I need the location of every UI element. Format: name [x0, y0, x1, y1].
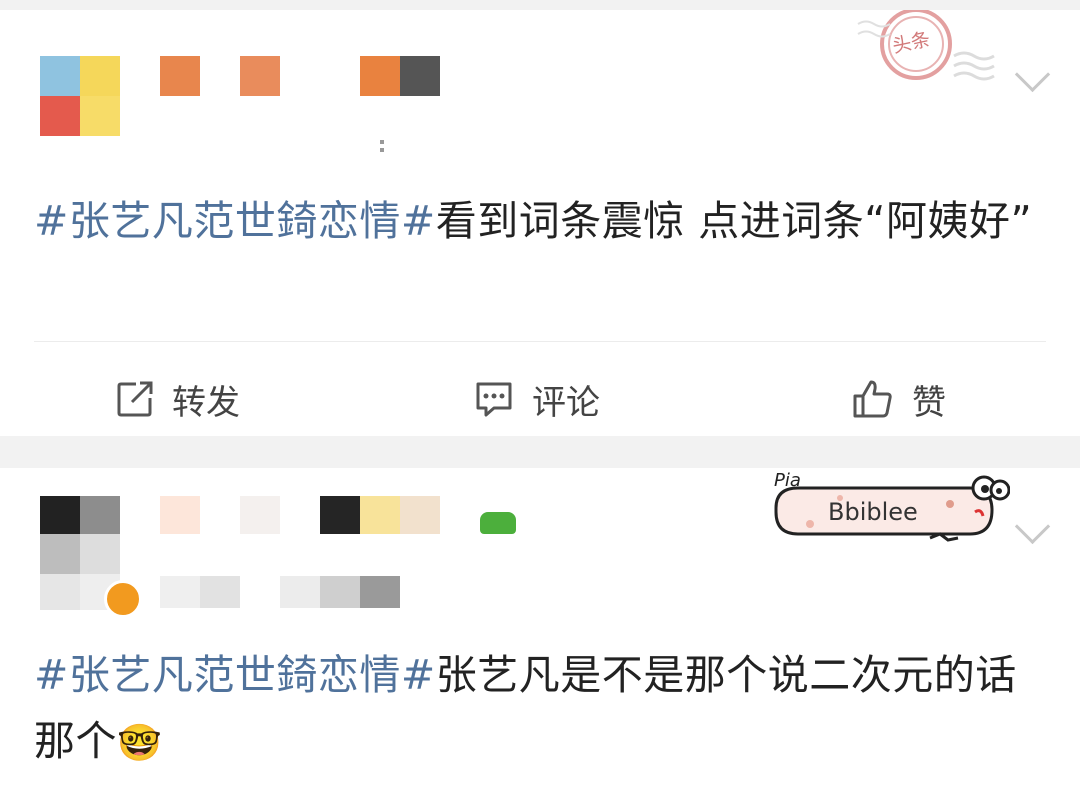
meta-mosaic: [160, 576, 400, 608]
chevron-down-icon[interactable]: [1014, 56, 1051, 93]
like-button[interactable]: 赞: [852, 370, 946, 428]
username-mosaic[interactable]: [160, 496, 520, 536]
divider: [34, 341, 1046, 342]
username-mosaic[interactable]: [160, 56, 440, 96]
nerd-face-emoji: 🤓: [117, 723, 163, 764]
comment-label: 评论: [532, 382, 600, 423]
repost-label: 转发: [172, 382, 240, 423]
repost-button[interactable]: 转发: [116, 370, 240, 428]
chevron-down-icon[interactable]: [1014, 508, 1051, 545]
hashtag-link[interactable]: #张艺凡范世錡恋情#: [34, 651, 436, 699]
post-body: 看到词条震惊 点进词条“阿姨好”: [435, 197, 1033, 245]
post-card-1: 头条 #张艺凡范世錡恋情#看到词条震惊 点进词条“阿姨好” 转发 评论 赞: [0, 10, 1080, 436]
post-text: #张艺凡范世錡恋情#张艺凡是不是那个说二次元的话那个🤓: [34, 642, 1034, 777]
decoration-badge[interactable]: Pia Bbiblee: [770, 468, 1010, 552]
hashtag-link[interactable]: #张艺凡范世錡恋情#: [34, 197, 436, 245]
avatar[interactable]: [40, 56, 120, 136]
verified-badge-icon: [104, 580, 142, 618]
comment-button[interactable]: 评论: [474, 370, 600, 428]
headline-stamp-icon: [857, 10, 995, 81]
thumbs-up-icon: [853, 380, 892, 418]
post-card-2: Pia Bbiblee #张艺凡范世錡恋情#张艺凡是不是那个说二次元的话那个🤓: [0, 468, 1080, 810]
like-label: 赞: [912, 382, 946, 423]
badge-text: Bbiblee: [828, 498, 918, 526]
badge-pia: Pia: [774, 470, 801, 491]
repost-icon: [117, 381, 153, 417]
post-text: #张艺凡范世錡恋情#看到词条震惊 点进词条“阿姨好”: [34, 188, 1034, 254]
comment-icon: [476, 382, 512, 417]
meta-mosaic: [380, 140, 384, 152]
